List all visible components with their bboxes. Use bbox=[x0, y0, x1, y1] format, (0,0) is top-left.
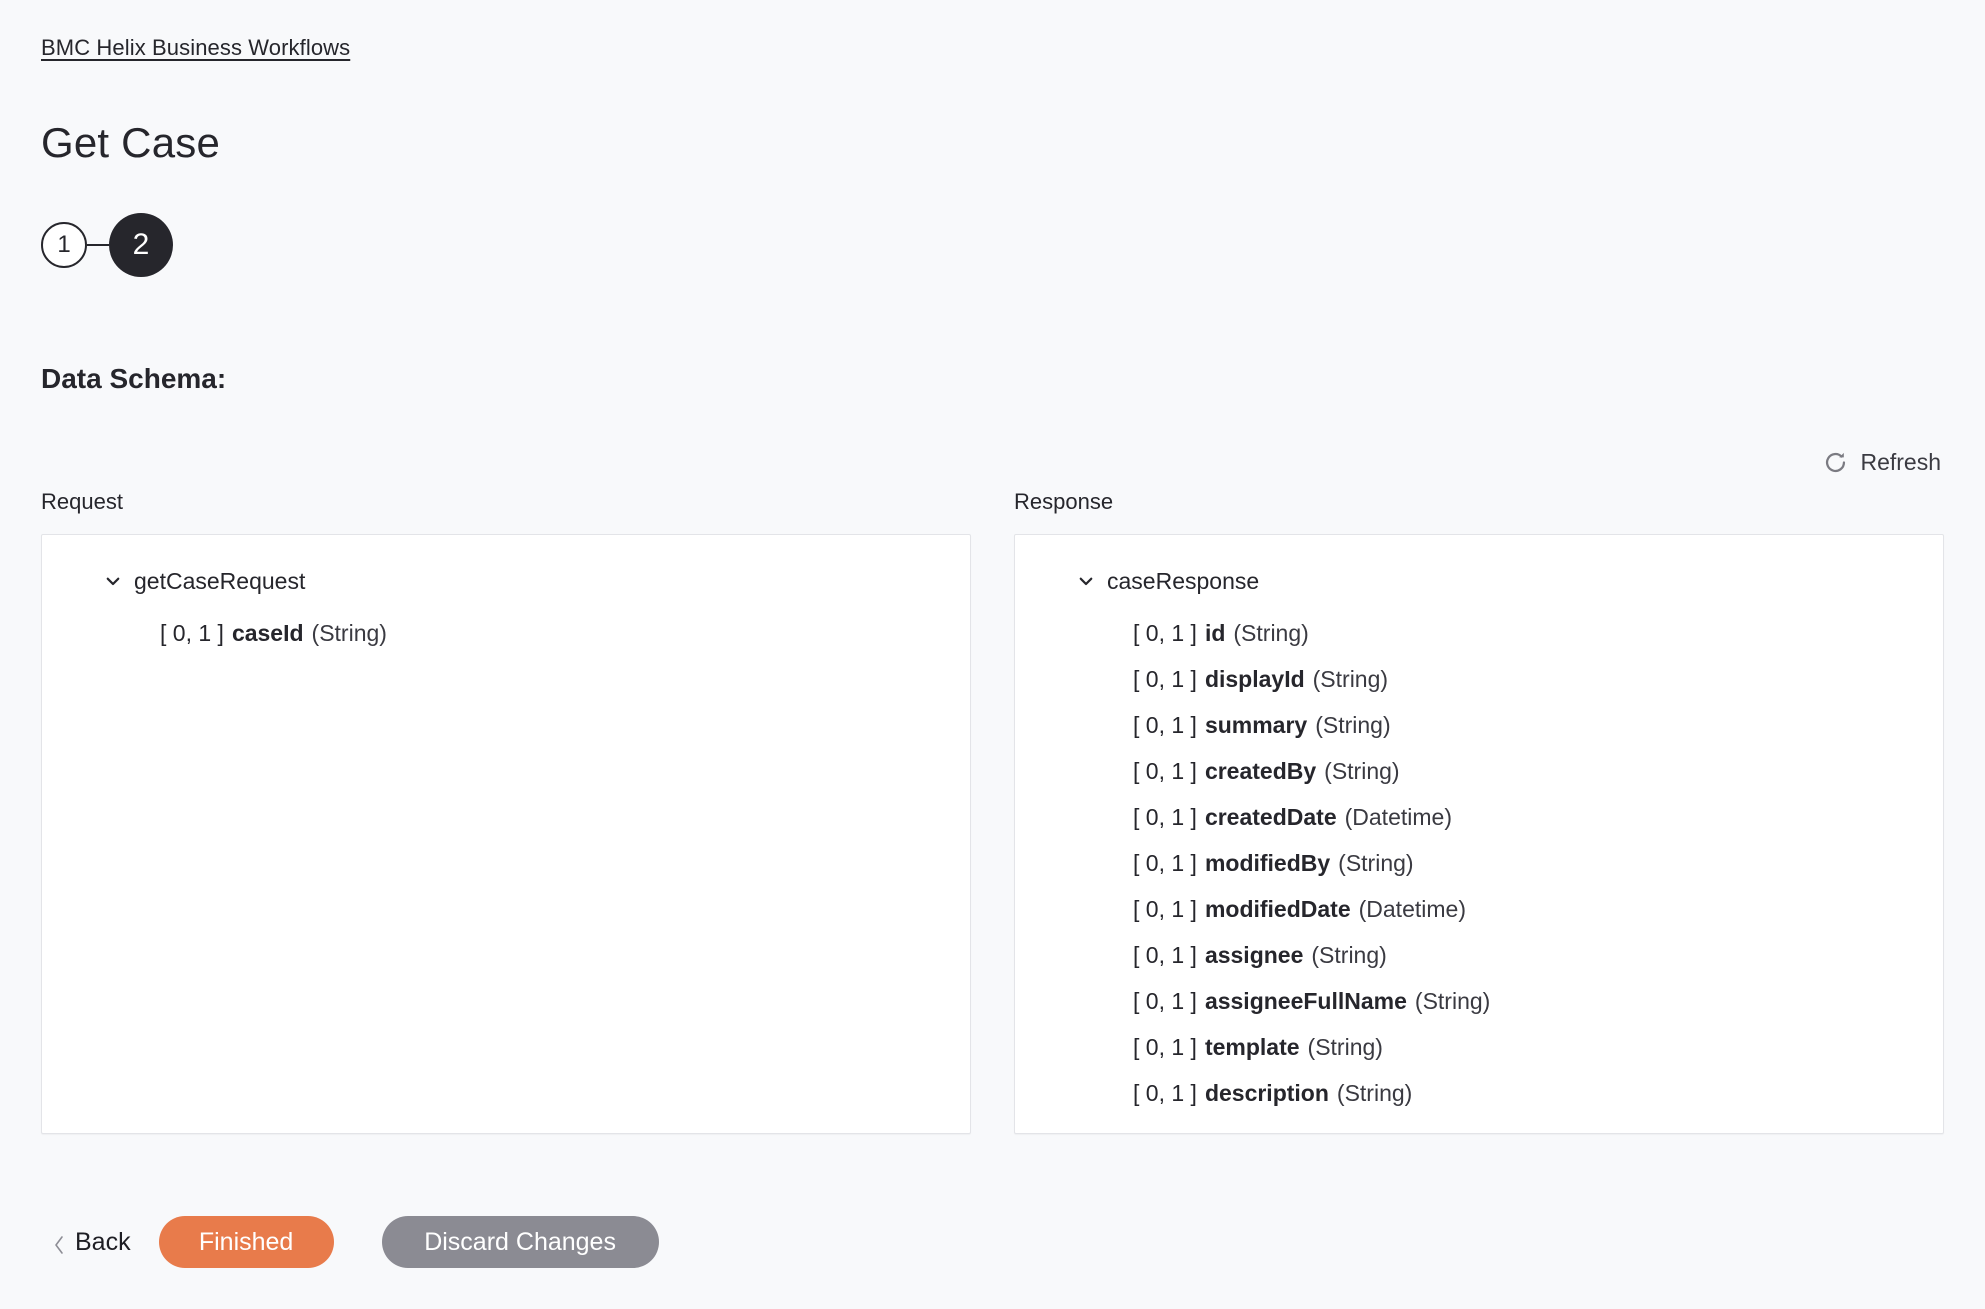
response-tree-root-label: caseResponse bbox=[1107, 568, 1260, 594]
stepper-connector bbox=[87, 244, 109, 246]
field-type: (String) bbox=[1233, 620, 1309, 646]
request-tree-root-label: getCaseRequest bbox=[134, 568, 306, 594]
chevron-down-icon[interactable] bbox=[104, 572, 122, 590]
response-tree-children: [ 0, 1 ] id (String) [ 0, 1 ] displayId (Stri… bbox=[1015, 610, 1943, 1116]
field-name: id bbox=[1204, 620, 1226, 646]
page-title: Get Case bbox=[41, 119, 221, 166]
field-name: assignee bbox=[1204, 942, 1304, 968]
field-type: (Datetime) bbox=[1358, 896, 1466, 922]
field-cardinality: [ 0, 1 ] bbox=[1133, 988, 1197, 1014]
field-cardinality: [ 0, 1 ] bbox=[1133, 712, 1197, 738]
field-type: (String) bbox=[1311, 942, 1387, 968]
chevron-left-icon bbox=[53, 1232, 65, 1254]
field-type: (String) bbox=[1324, 758, 1400, 784]
request-column: Request getCaseRequest [ 0, 1 ] caseId (… bbox=[41, 488, 971, 1134]
tree-row[interactable]: [ 0, 1 ] displayId (String) bbox=[1015, 656, 1943, 702]
field-type: (String) bbox=[1414, 988, 1491, 1014]
field-name: createdBy bbox=[1204, 758, 1317, 784]
footer-actions: Back Finished Discard Changes bbox=[41, 1216, 659, 1268]
tree-row[interactable]: [ 0, 1 ] assigneeFullName (String) bbox=[1015, 978, 1943, 1024]
field-name: modifiedDate bbox=[1204, 896, 1351, 922]
field-cardinality: [ 0, 1 ] bbox=[1133, 666, 1197, 692]
tree-row[interactable]: [ 0, 1 ] assignee (String) bbox=[1015, 932, 1943, 978]
stepper-step-2[interactable]: 2 bbox=[109, 213, 173, 277]
tree-row[interactable]: [ 0, 1 ] modifiedDate (Datetime) bbox=[1015, 886, 1943, 932]
field-name: summary bbox=[1204, 712, 1308, 738]
refresh-label: Refresh bbox=[1860, 449, 1941, 475]
request-column-label: Request bbox=[41, 489, 123, 514]
chevron-down-icon[interactable] bbox=[1077, 572, 1095, 590]
field-cardinality: [ 0, 1 ] bbox=[1133, 850, 1197, 876]
request-panel: getCaseRequest [ 0, 1 ] caseId (String) bbox=[41, 534, 971, 1134]
response-column: Response caseResponse [ 0, 1 ] id (String)… bbox=[1014, 488, 1944, 1134]
field-type: (String) bbox=[311, 620, 387, 646]
field-cardinality: [ 0, 1 ] bbox=[160, 620, 224, 646]
field-cardinality: [ 0, 1 ] bbox=[1133, 804, 1197, 830]
data-schema-heading: Data Schema: bbox=[41, 363, 227, 394]
refresh-icon bbox=[1822, 449, 1849, 476]
request-tree-children: [ 0, 1 ] caseId (String) bbox=[42, 610, 970, 656]
field-type: (String) bbox=[1338, 850, 1414, 876]
tree-row[interactable]: [ 0, 1 ] createdBy (String) bbox=[1015, 748, 1943, 794]
finished-button[interactable]: Finished bbox=[158, 1216, 334, 1268]
response-panel: caseResponse [ 0, 1 ] id (String) [ 0, 1 ] d… bbox=[1014, 534, 1944, 1134]
tree-row[interactable]: [ 0, 1 ] description (String) bbox=[1015, 1070, 1943, 1116]
field-name: modifiedBy bbox=[1204, 850, 1331, 876]
breadcrumb[interactable]: BMC Helix Business Workflows bbox=[41, 34, 350, 62]
field-type: (String) bbox=[1307, 1034, 1383, 1060]
field-type: (String) bbox=[1336, 1080, 1413, 1106]
field-name: description bbox=[1204, 1080, 1329, 1106]
field-name: assigneeFullName bbox=[1204, 988, 1407, 1014]
tree-row[interactable]: [ 0, 1 ] modifiedBy (String) bbox=[1015, 840, 1943, 886]
response-tree-root[interactable]: caseResponse bbox=[1015, 562, 1943, 600]
field-cardinality: [ 0, 1 ] bbox=[1133, 1080, 1197, 1106]
schema-area: Request getCaseRequest [ 0, 1 ] caseId (… bbox=[41, 488, 1944, 1134]
field-name: template bbox=[1204, 1034, 1300, 1060]
field-name: caseId bbox=[231, 620, 304, 646]
discard-changes-button[interactable]: Discard Changes bbox=[381, 1216, 659, 1268]
field-type: (Datetime) bbox=[1344, 804, 1452, 830]
field-name: createdDate bbox=[1204, 804, 1337, 830]
back-button[interactable]: Back bbox=[41, 1227, 159, 1257]
field-type: (String) bbox=[1315, 712, 1391, 738]
tree-row[interactable]: [ 0, 1 ] caseId (String) bbox=[42, 610, 970, 656]
refresh-button[interactable]: Refresh bbox=[1822, 448, 1941, 476]
request-tree-root[interactable]: getCaseRequest bbox=[42, 562, 970, 600]
tree-row[interactable]: [ 0, 1 ] id (String) bbox=[1015, 610, 1943, 656]
stepper-step-1[interactable]: 1 bbox=[41, 222, 87, 268]
field-name: displayId bbox=[1204, 666, 1305, 692]
field-cardinality: [ 0, 1 ] bbox=[1133, 1034, 1197, 1060]
tree-row[interactable]: [ 0, 1 ] template (String) bbox=[1015, 1024, 1943, 1070]
back-label: Back bbox=[75, 1228, 131, 1256]
field-cardinality: [ 0, 1 ] bbox=[1133, 896, 1197, 922]
wizard-stepper: 1 2 bbox=[41, 213, 173, 277]
field-cardinality: [ 0, 1 ] bbox=[1133, 620, 1197, 646]
response-column-label: Response bbox=[1014, 489, 1114, 514]
field-type: (String) bbox=[1312, 666, 1389, 692]
field-cardinality: [ 0, 1 ] bbox=[1133, 758, 1197, 784]
tree-row[interactable]: [ 0, 1 ] createdDate (Datetime) bbox=[1015, 794, 1943, 840]
field-cardinality: [ 0, 1 ] bbox=[1133, 942, 1197, 968]
tree-row[interactable]: [ 0, 1 ] summary (String) bbox=[1015, 702, 1943, 748]
